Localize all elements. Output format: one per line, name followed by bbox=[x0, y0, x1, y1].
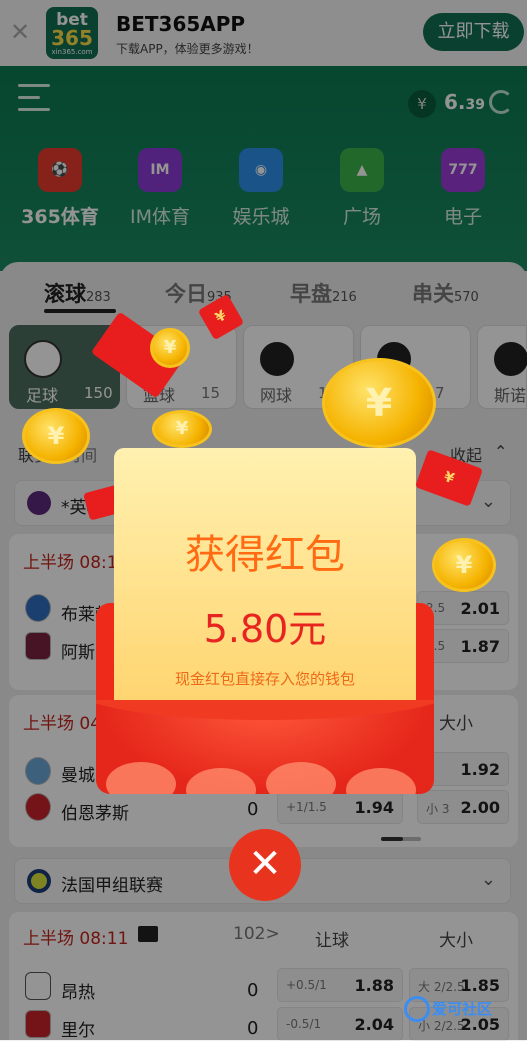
gold-coin-icon: ¥ bbox=[152, 410, 212, 448]
gold-coin-icon: ¥ bbox=[22, 408, 90, 464]
coin-symbol: ¥ bbox=[47, 422, 65, 450]
gold-coin-icon: ¥ bbox=[432, 538, 496, 592]
cloud-decoration bbox=[266, 762, 336, 794]
coin-symbol: ¥ bbox=[175, 418, 189, 439]
coin-symbol: ¥ bbox=[163, 337, 177, 358]
close-popup-button[interactable]: ✕ bbox=[229, 829, 301, 901]
coin-symbol: ¥ bbox=[365, 381, 393, 425]
red-packet-front bbox=[96, 700, 434, 794]
gold-coin-icon: ¥ bbox=[322, 358, 436, 448]
red-packet-card: 获得红包 5.80元 现金红包直接存入您的钱包 bbox=[114, 448, 416, 718]
community-watermark: 爱可社区 bbox=[400, 990, 520, 1036]
envelope-symbol: ¥ bbox=[441, 468, 457, 488]
watermark-logo-icon bbox=[404, 996, 430, 1022]
packet-flap bbox=[96, 700, 434, 720]
gold-coin-icon: ¥ bbox=[150, 328, 190, 368]
cloud-decoration bbox=[346, 768, 416, 794]
packet-amount: 5.80元 bbox=[203, 607, 327, 651]
cloud-decoration bbox=[106, 762, 176, 794]
packet-note: 现金红包直接存入您的钱包 bbox=[174, 670, 355, 688]
coin-symbol: ¥ bbox=[455, 551, 473, 579]
watermark-text: 爱可社区 bbox=[432, 1000, 493, 1018]
cloud-decoration bbox=[186, 768, 256, 794]
packet-title: 获得红包 bbox=[185, 532, 345, 578]
envelope-symbol: ¥ bbox=[212, 307, 230, 327]
